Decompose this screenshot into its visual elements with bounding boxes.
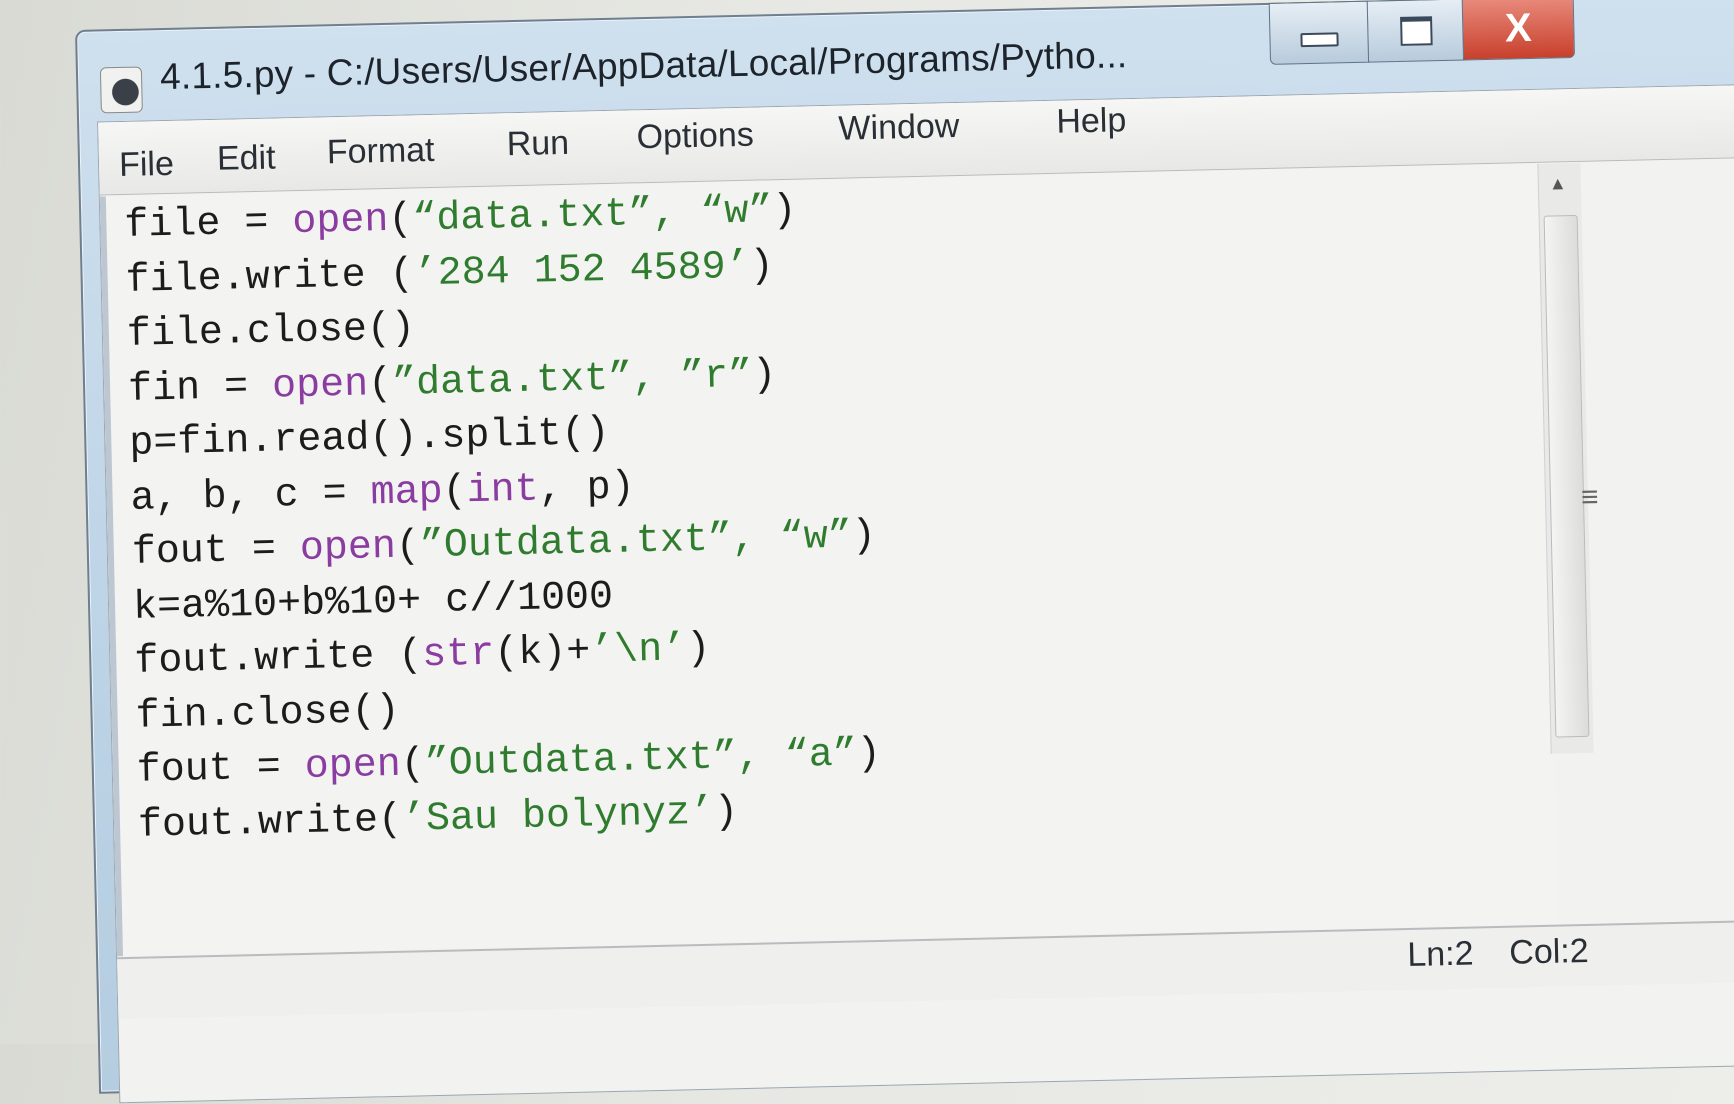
- code-token: (k)+: [493, 629, 591, 677]
- python-file-icon: [99, 66, 143, 114]
- code-token: , p): [538, 464, 636, 513]
- code-keyword: open: [291, 197, 389, 246]
- menu-edit[interactable]: Edit: [217, 138, 276, 178]
- code-token: file =: [123, 200, 293, 249]
- code-token: (: [387, 197, 413, 243]
- window-client-area: File Edit Format Run Options Window Help…: [97, 83, 1734, 1104]
- code-token: k=a%10+b%10+ c//1000: [132, 574, 614, 631]
- code-keyword: map: [370, 469, 444, 516]
- code-token: fout.write(: [137, 797, 403, 849]
- code-keyword: str: [421, 631, 495, 679]
- code-string: ’\n’: [589, 627, 687, 675]
- code-token: ): [851, 513, 877, 560]
- menu-window[interactable]: Window: [838, 107, 960, 149]
- code-token: file.write (: [125, 251, 415, 304]
- status-line: Ln:2: [1406, 934, 1474, 975]
- code-token: ): [856, 731, 882, 778]
- code-token: (: [367, 361, 393, 407]
- minimize-icon: [1300, 32, 1339, 48]
- code-token: fin =: [127, 364, 273, 413]
- menu-help[interactable]: Help: [1056, 101, 1127, 142]
- close-button[interactable]: X: [1461, 0, 1576, 61]
- code-token: fin.close(): [135, 688, 401, 740]
- code-string: ”data.txt”, ”r”: [391, 353, 753, 407]
- code-token: ): [685, 626, 711, 673]
- code-string: ’Sau bolynyz’: [401, 790, 715, 843]
- scrollbar-thumb[interactable]: [1543, 214, 1590, 738]
- code-token: (: [400, 742, 426, 788]
- code-token: ): [713, 789, 739, 836]
- maximize-icon: [1399, 15, 1433, 46]
- code-keyword: open: [299, 524, 397, 573]
- maximize-button[interactable]: [1366, 0, 1466, 63]
- code-token: ): [771, 188, 797, 235]
- code-keyword: int: [466, 467, 540, 514]
- window-title: 4.1.5.py - C:/Users/User/AppData/Local/P…: [159, 34, 1128, 98]
- code-editor[interactable]: file = open(“data.txt”, “w”) file.write (…: [99, 163, 1558, 957]
- code-token: fout =: [131, 527, 301, 576]
- menu-file[interactable]: File: [119, 145, 175, 185]
- code-string: “data.txt”, “w”: [411, 189, 773, 243]
- menu-run[interactable]: Run: [506, 124, 569, 164]
- code-token: ): [749, 243, 775, 290]
- code-string: ”Outdata.txt”, “w”: [419, 514, 853, 570]
- menu-format[interactable]: Format: [326, 131, 435, 172]
- scroll-up-arrow-icon[interactable]: ▲: [1549, 173, 1567, 194]
- code-keyword: open: [271, 361, 369, 410]
- idle-editor-window: 4.1.5.py - C:/Users/User/AppData/Local/P…: [75, 0, 1734, 1104]
- code-token: p=fin.read().split(): [128, 410, 610, 467]
- code-string: ’284 152 4589’: [413, 244, 751, 297]
- menu-options[interactable]: Options: [636, 116, 754, 158]
- close-icon: X: [1504, 5, 1533, 51]
- code-token: fout.write (: [133, 633, 423, 685]
- code-keyword: open: [304, 742, 402, 790]
- code-token: file.close(): [126, 306, 416, 358]
- code-token: ): [751, 352, 777, 399]
- code-token: fout =: [136, 744, 306, 794]
- code-text[interactable]: file = open(“data.txt”, “w”) file.write (…: [124, 183, 883, 854]
- code-token: a, b, c =: [130, 470, 372, 522]
- code-string: ”Outdata.txt”, “a”: [424, 732, 858, 788]
- status-column: Col:2: [1508, 931, 1590, 972]
- resize-grip-icon[interactable]: ≡: [1581, 481, 1599, 515]
- code-token: (: [395, 524, 421, 570]
- code-token: (: [442, 468, 468, 515]
- minimize-button[interactable]: [1268, 0, 1371, 65]
